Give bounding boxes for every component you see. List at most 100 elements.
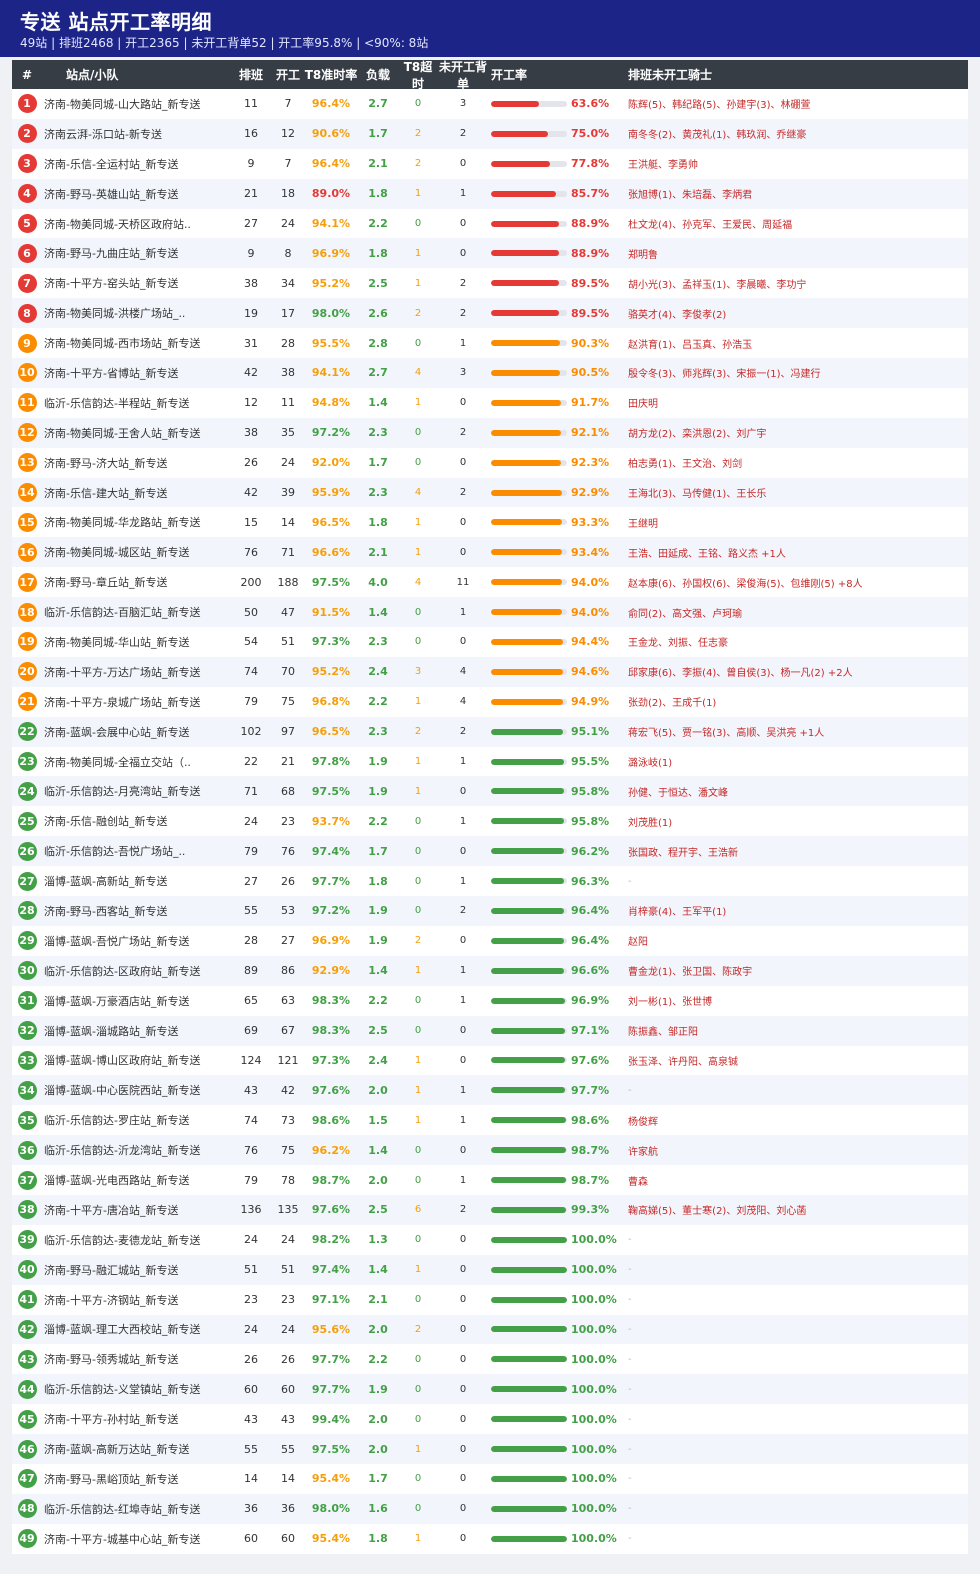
start-rate-cell: 100.0% — [488, 1443, 628, 1456]
table-row[interactable]: 20 济南-十平方-万达广场站_新专送 74 70 95.2% 2.4 3 4 94.6% 邱家康… — [12, 656, 968, 687]
rank-badge: 34 — [17, 1080, 37, 1100]
rank-cell: 9 — [12, 333, 42, 353]
rank-badge: 10 — [17, 363, 37, 383]
rank-badge: 45 — [17, 1409, 37, 1429]
table-row[interactable]: 10 济南-十平方-省博站_新专送 42 38 94.1% 2.7 4 3 90.5% 殷令冬(3… — [12, 358, 968, 388]
load-value: 2.3 — [368, 426, 388, 440]
table-row[interactable]: 44 临沂-乐信韵达-义堂镇站_新专送 60 60 97.7% 1.9 0 0 100.0% - — [12, 1374, 968, 1405]
table-row[interactable]: 34 淄博-蓝飒-中心医院西站_新专送 43 42 97.6% 2.0 1 1 97.7% - — [12, 1075, 968, 1106]
t8-ontime-rate: 93.7% — [311, 814, 351, 828]
unstarted-count: 0 — [459, 247, 467, 259]
table-row[interactable]: 2 济南云湃-泺口站-新专送 16 12 90.6% 1.7 2 2 75.0% 南冬冬(2)、黄… — [12, 118, 968, 149]
start-rate-value: 94.0% — [571, 575, 610, 589]
table-row[interactable]: 14 济南-乐信-建大站_新专送 42 39 95.9% 2.3 4 2 92.9% 王海北(3)… — [12, 477, 968, 508]
table-row[interactable]: 7 济南-十平方-窑头站_新专送 38 34 95.2% 2.5 1 2 89.5% 胡小光(3)… — [12, 268, 968, 299]
start-rate-bar-fill — [491, 130, 548, 137]
rank-cell: 10 — [12, 363, 42, 383]
table-row[interactable]: 47 济南-野马-黑峪顶站_新专送 14 14 95.4% 1.7 0 0 100.0% - — [12, 1463, 968, 1494]
start-rate-cell: 99.3% — [488, 1203, 628, 1216]
table-row[interactable]: 19 济南-物美同城-华山站_新专送 54 51 97.3% 2.3 0 0 94.4% 王金龙、… — [12, 627, 968, 657]
table-row[interactable]: 43 济南-野马-领秀城站_新专送 26 26 97.7% 2.2 0 0 100.0% - — [12, 1344, 968, 1375]
table-row[interactable]: 16 济南-物美同城-城区站_新专送 76 71 96.6% 2.1 1 0 93.4% 王浩、田… — [12, 537, 968, 568]
table-row[interactable]: 26 临沂-乐信韵达-吾悦广场站_.. 79 76 97.4% 1.7 0 0 96.2% 张国政… — [12, 836, 968, 867]
table-row[interactable]: 39 临沂-乐信韵达-麦德龙站_新专送 24 24 98.2% 1.3 0 0 100.0% - — [12, 1224, 968, 1255]
start-rate-bar-fill — [491, 190, 557, 197]
start-rate-value: 94.6% — [571, 665, 610, 679]
started-count: 121 — [277, 1053, 299, 1067]
rank-cell: 30 — [12, 961, 42, 981]
table-row[interactable]: 24 临沂-乐信韵达-月亮湾站_新专送 71 68 97.5% 1.9 1 0 95.8% 孙健、… — [12, 776, 968, 807]
rank-badge: 31 — [17, 991, 37, 1011]
t8-ontime-rate: 94.1% — [311, 366, 351, 380]
start-rate-cell: 97.7% — [488, 1084, 628, 1097]
scheduled-count: 79 — [244, 695, 258, 709]
table-row[interactable]: 32 淄博-蓝飒-淄城路站_新专送 69 67 98.3% 2.5 0 0 97.1% 陈振鑫、邹… — [12, 1015, 968, 1046]
table-row[interactable]: 18 临沂-乐信韵达-百脑汇站_新专送 50 47 91.5% 1.4 0 1 94.0% 俞同(… — [12, 597, 968, 628]
start-rate-value: 97.1% — [571, 1024, 610, 1038]
scheduled-count: 89 — [244, 964, 258, 978]
start-rate-bar — [491, 519, 567, 526]
load-value: 1.4 — [368, 964, 388, 978]
start-rate-value: 95.1% — [571, 725, 610, 739]
table-row[interactable]: 21 济南-十平方-泉城广场站_新专送 79 75 96.8% 2.2 1 4 94.9% 张劲(… — [12, 686, 968, 717]
table-row[interactable]: 29 淄博-蓝飒-吾悦广场站_新专送 28 27 96.9% 1.9 2 0 96.4% 赵阳 — [12, 925, 968, 956]
table-row[interactable]: 33 淄博-蓝飒-博山区政府站_新专送 124 121 97.3% 2.4 1 0 97.6% 张… — [12, 1045, 968, 1076]
table-row[interactable]: 13 济南-野马-济大站_新专送 26 24 92.0% 1.7 0 0 92.3% 柏志勇(1)… — [12, 447, 968, 478]
station-name: 济南-十平方-城基中心站_新专送 — [44, 1532, 201, 1546]
rank-badge: 46 — [17, 1439, 37, 1459]
table-row[interactable]: 9 济南-物美同城-西市场站_新专送 31 28 95.5% 2.8 0 1 90.3% 赵洪育(… — [12, 328, 968, 359]
table-row[interactable]: 25 济南-乐信-融创站_新专送 24 23 93.7% 2.2 0 1 95.8% 刘茂胜(1) — [12, 806, 968, 837]
table-row[interactable]: 6 济南-野马-九曲庄站_新专送 9 8 96.9% 1.8 1 0 88.9% 郑明鲁 — [12, 238, 968, 269]
table-row[interactable]: 1 济南-物美同城-山大路站_新专送 11 7 96.4% 2.7 0 3 63.6% 陈辉(5)… — [12, 89, 968, 119]
unstarted-count: 0 — [459, 397, 467, 409]
table-row[interactable]: 31 淄博-蓝飒-万豪酒店站_新专送 65 63 98.3% 2.2 0 1 96.9% 刘一彬(… — [12, 985, 968, 1016]
table-row[interactable]: 3 济南-乐信-全运村站_新专送 9 7 96.4% 2.1 2 0 77.8% 王洪艇、李勇帅 — [12, 148, 968, 179]
start-rate-cell: 98.7% — [488, 1144, 628, 1157]
started-count: 76 — [281, 844, 295, 858]
table-row[interactable]: 17 济南-野马-章丘站_新专送 200 188 97.5% 4.0 4 11 94.0% 赵本康… — [12, 567, 968, 598]
unstarted-riders: - — [628, 1234, 632, 1246]
table-row[interactable]: 8 济南-物美同城-洪楼广场站_.. 19 17 98.0% 2.6 2 2 89.5% 骆英才(… — [12, 298, 968, 329]
table-row[interactable]: 28 济南-野马-西客站_新专送 55 53 97.2% 1.9 0 2 96.4% 肖梓豪(4)… — [12, 896, 968, 926]
unstarted-riders: 鞠高娣(5)、董士寒(2)、刘茂阳、刘心菡 — [628, 1206, 807, 1218]
table-row[interactable]: 27 淄博-蓝飒-高新站_新专送 27 26 97.7% 1.8 0 1 96.3% - — [12, 866, 968, 897]
start-rate-value: 91.7% — [571, 396, 610, 410]
load-value: 1.3 — [368, 1233, 388, 1247]
table-row[interactable]: 12 济南-物美同城-王舍人站_新专送 38 35 97.2% 2.3 0 2 92.1% 胡方龙… — [12, 417, 968, 448]
table-row[interactable]: 4 济南-野马-英雄山站_新专送 21 18 89.0% 1.8 1 1 85.7% 张旭博(1)… — [12, 178, 968, 209]
unstarted-count: 0 — [459, 785, 467, 797]
table-row[interactable]: 36 临沂-乐信韵达-沂龙湾站_新专送 76 75 96.2% 1.4 0 0 98.7% 许家航 — [12, 1135, 968, 1166]
t8-overtime-count: 0 — [414, 636, 422, 648]
table-row[interactable]: 11 临沂-乐信韵达-半程站_新专送 12 11 94.8% 1.4 1 0 91.7% 田庆明 — [12, 387, 968, 418]
table-row[interactable]: 45 济南-十平方-孙村站_新专送 43 43 99.4% 2.0 0 0 100.0% - — [12, 1404, 968, 1435]
started-count: 23 — [281, 1293, 295, 1307]
start-rate-bar-fill — [491, 1475, 567, 1482]
unstarted-count: 0 — [459, 1413, 467, 1425]
table-row[interactable]: 35 临沂-乐信韵达-罗庄站_新专送 74 73 98.6% 1.5 1 1 98.6% 杨俊辉 — [12, 1105, 968, 1136]
table-row[interactable]: 30 临沂-乐信韵达-区政府站_新专送 89 86 92.9% 1.4 1 1 96.6% 曹金龙… — [12, 955, 968, 986]
scheduled-count: 22 — [244, 755, 258, 769]
table-row[interactable]: 23 济南-物美同城-全福立交站（.. 22 21 97.8% 1.9 1 1 95.5% 潞泳岐… — [12, 746, 968, 777]
start-rate-value: 93.3% — [571, 515, 610, 529]
table-row[interactable]: 41 济南-十平方-济钢站_新专送 23 23 97.1% 2.1 0 0 100.0% - — [12, 1284, 968, 1315]
table-row[interactable]: 15 济南-物美同城-华龙路站_新专送 15 14 96.5% 1.8 1 0 93.3% 王继明 — [12, 507, 968, 538]
started-count: 86 — [281, 964, 295, 978]
table-row[interactable]: 42 淄博-蓝飒-理工大西校站_新专送 24 24 95.6% 2.0 2 0 100.0% - — [12, 1314, 968, 1345]
rank-cell: 38 — [12, 1200, 42, 1220]
table-row[interactable]: 5 济南-物美同城-天桥区政府站.. 27 24 94.1% 2.2 0 0 88.9% 杜文龙(… — [12, 208, 968, 239]
table-row[interactable]: 48 临沂-乐信韵达-红埠寺站_新专送 36 36 98.0% 1.6 0 0 100.0% - — [12, 1493, 968, 1524]
unstarted-riders: 曹森 — [628, 1176, 648, 1188]
unstarted-riders: 王浩、田延成、王铭、路义杰 +1人 — [628, 548, 786, 560]
table-row[interactable]: 38 济南-十平方-唐冶站_新专送 136 135 97.6% 2.5 6 2 99.3% 鞠高娣… — [12, 1194, 968, 1225]
start-rate-value: 92.1% — [571, 426, 610, 440]
table-row[interactable]: 46 济南-蓝飒-高新万达站_新专送 55 55 97.5% 2.0 1 0 100.0% - — [12, 1434, 968, 1464]
started-count: 53 — [281, 904, 295, 918]
table-row[interactable]: 49 济南-十平方-城基中心站_新专送 60 60 95.4% 1.8 1 0 100.0% - — [12, 1523, 968, 1554]
t8-ontime-rate: 97.3% — [311, 635, 351, 649]
table-row[interactable]: 40 济南-野马-融汇城站_新专送 51 51 97.4% 1.4 1 0 100.0% - — [12, 1254, 968, 1285]
table-row[interactable]: 37 淄博-蓝飒-光电西路站_新专送 79 78 98.7% 2.0 0 1 98.7% 曹森 — [12, 1165, 968, 1195]
rank-badge: 32 — [17, 1021, 37, 1041]
table-row[interactable]: 22 济南-蓝飒-会展中心站_新专送 102 97 96.5% 2.3 2 2 95.1% 蒋宏飞… — [12, 716, 968, 747]
t8-overtime-count: 0 — [414, 606, 422, 618]
t8-ontime-rate: 97.5% — [311, 784, 351, 798]
